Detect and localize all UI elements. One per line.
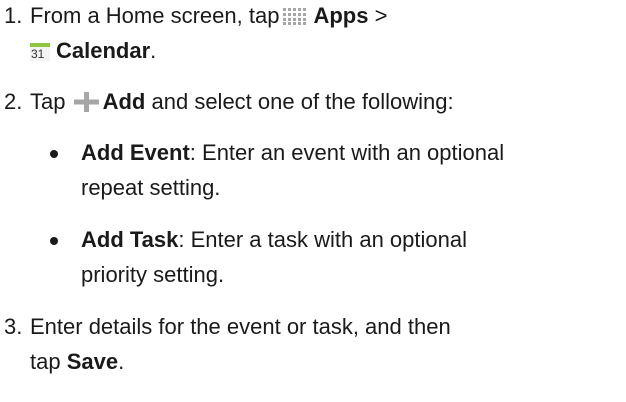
calendar-label: Calendar <box>56 38 151 63</box>
step-number: 1. <box>4 3 23 28</box>
apps-grid-icon <box>283 7 308 25</box>
option-description-continued: repeat setting. <box>81 175 221 200</box>
step-text: Enter details for the event or task, and… <box>30 314 451 339</box>
option-text: Add Task: Enter a task with an optional <box>81 229 467 251</box>
option-label: Add Event <box>81 140 190 165</box>
bullet-icon <box>50 150 58 158</box>
step-text: Tap Add and select one of the following: <box>30 91 454 113</box>
bullet-icon <box>50 237 58 245</box>
step-text-pre: Tap <box>30 89 66 114</box>
plus-icon <box>73 92 99 112</box>
step-text: From a Home screen, tap Apps > <box>30 5 387 27</box>
option-description: : Enter a task with an optional <box>178 227 468 252</box>
step-text-pre: From a Home screen, tap <box>30 3 280 28</box>
step-text: tap Save. <box>30 351 124 373</box>
option-description: : Enter an event with an optional <box>189 140 505 165</box>
step-text-post: and select one of the following: <box>151 89 454 114</box>
step-text-period: . <box>118 349 125 374</box>
calendar-icon-number: 31 <box>31 47 45 61</box>
save-label: Save <box>66 349 119 374</box>
step-number: 2. <box>4 89 23 114</box>
option-text: Add Event: Enter an event with an option… <box>81 142 504 164</box>
add-label: Add <box>102 89 146 114</box>
step-text-pre: tap <box>30 349 61 374</box>
step-text-separator: > <box>374 3 388 28</box>
option-description-continued: priority setting. <box>81 262 225 287</box>
step-text: 31 Calendar. <box>30 40 156 62</box>
step-number: 3. <box>4 314 23 339</box>
option-label: Add Task <box>81 227 179 252</box>
step-text-period: . <box>150 38 157 63</box>
apps-label: Apps <box>313 3 369 28</box>
calendar-icon: 31 <box>30 43 50 61</box>
